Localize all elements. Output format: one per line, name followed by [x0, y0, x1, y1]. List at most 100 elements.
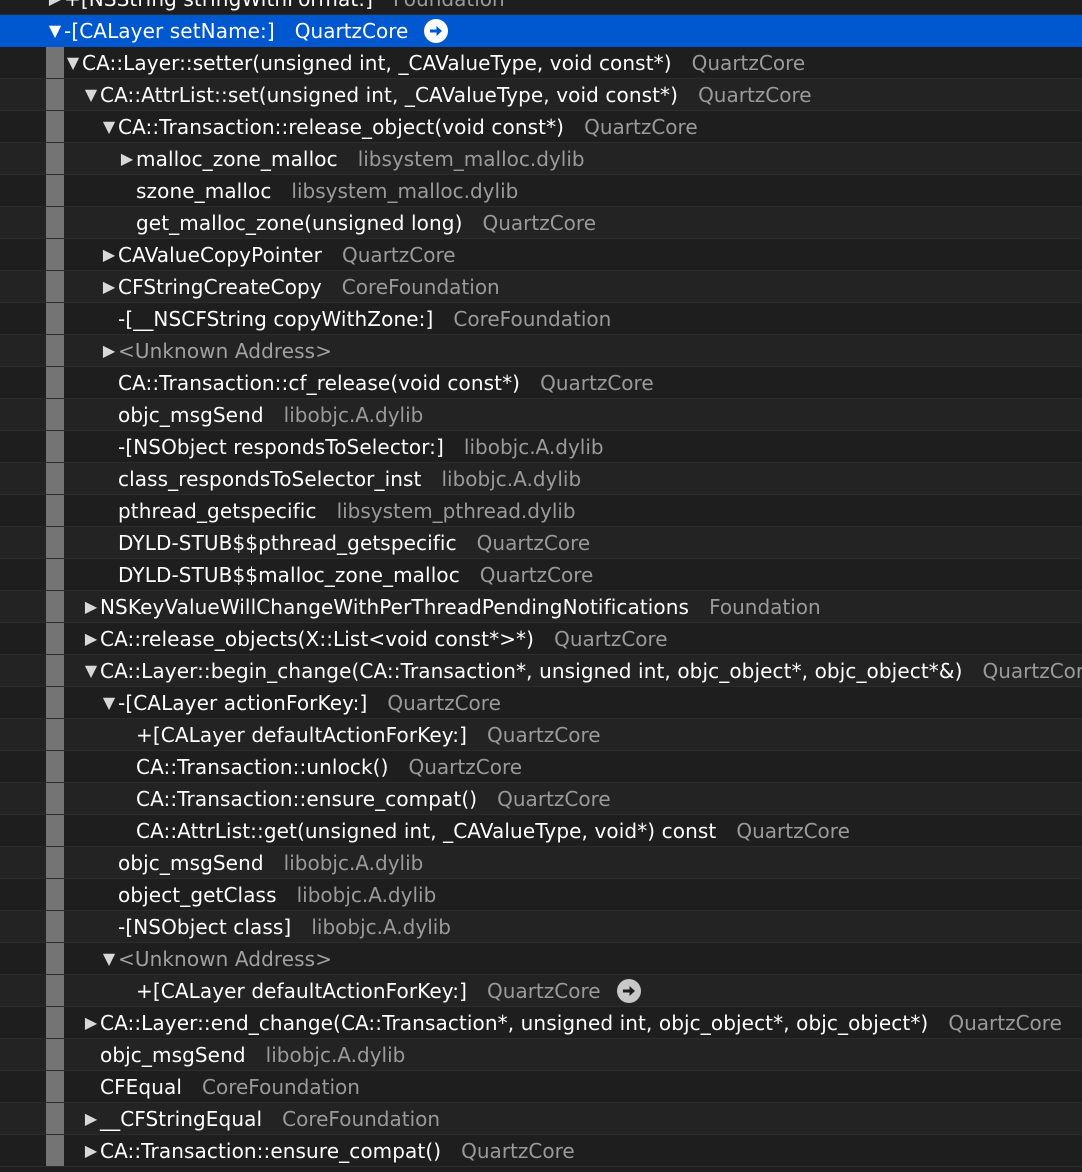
call-tree-row[interactable]: ▶+[CALayer defaultActionForKey:]QuartzCo…: [0, 719, 1082, 751]
call-tree-row[interactable]: ▶object_getClasslibobjc.A.dylib: [0, 879, 1082, 911]
symbol-name: CA::Transaction::cf_release(void const*): [118, 370, 521, 395]
symbol-name: malloc_zone_malloc: [136, 146, 338, 171]
symbol-name: class_respondsToSelector_inst: [118, 466, 422, 491]
jump-to-source-icon[interactable]: [616, 978, 641, 1003]
call-tree-gutter: [46, 1007, 64, 1038]
disclosure-expanded-icon[interactable]: ▼: [82, 79, 100, 110]
call-tree-gutter: [46, 751, 64, 782]
library-name: CoreFoundation: [202, 1074, 360, 1099]
library-name: QuartzCore: [408, 754, 523, 779]
call-tree-row[interactable]: ▼ CA::Layer::begin_change(CA::Transaction…: [0, 655, 1082, 687]
call-tree-row[interactable]: ▶CA::Transaction::cf_release(void const*…: [0, 367, 1082, 399]
symbol-name: objc_msgSend: [118, 402, 264, 427]
symbol-name: <Unknown Address>: [118, 338, 333, 363]
disclosure-collapsed-icon[interactable]: ▶: [100, 335, 118, 366]
disclosure-expanded-icon[interactable]: ▼: [100, 111, 118, 142]
library-name: QuartzCore: [342, 242, 456, 267]
call-tree-gutter: [46, 655, 64, 686]
library-name: libobjc.A.dylib: [283, 850, 424, 875]
library-name: libobjc.A.dylib: [311, 914, 452, 939]
call-tree-row[interactable]: ▶ malloc_zone_malloc libsystem_malloc.dyli…: [0, 143, 1082, 175]
library-name: QuartzCore: [487, 722, 601, 747]
call-tree-row[interactable]: ▼ <Unknown Address>: [0, 943, 1082, 975]
jump-to-source-icon[interactable]: [424, 18, 449, 43]
call-tree-row[interactable]: ▶class_respondsToSelector_instlibobjc.A.…: [0, 463, 1082, 495]
library-name: QuartzCore: [736, 818, 850, 843]
call-tree-row[interactable]: ▶ __CFStringEqual CoreFoundation: [0, 1103, 1082, 1135]
call-tree-row[interactable]: ▶-[NSObject class]libobjc.A.dylib: [0, 911, 1082, 943]
disclosure-collapsed-icon[interactable]: ▶: [100, 239, 118, 270]
call-tree-gutter: [46, 559, 64, 590]
call-tree-row[interactable]: ▶get_malloc_zone(unsigned long)QuartzCor…: [0, 207, 1082, 239]
disclosure-expanded-icon[interactable]: ▼: [46, 15, 64, 46]
call-tree-gutter: [46, 975, 64, 1006]
call-tree-row[interactable]: ▶ CA::Layer::end_change(CA::Transaction*,…: [0, 1007, 1082, 1039]
call-tree-gutter: [46, 399, 64, 430]
disclosure-collapsed-icon[interactable]: ▶: [82, 1135, 100, 1166]
call-tree-gutter: [46, 335, 64, 366]
disclosure-collapsed-icon[interactable]: ▶: [82, 1103, 100, 1134]
call-tree-row[interactable]: ▼ CA::Layer::setter(unsigned int, _CAValu…: [0, 47, 1082, 79]
call-tree-row[interactable]: ▶pthread_getspecificlibsystem_pthread.dy…: [0, 495, 1082, 527]
disclosure-collapsed-icon[interactable]: ▶: [100, 271, 118, 302]
library-name: Foundation: [709, 594, 821, 619]
library-name: QuartzCore: [294, 18, 409, 43]
library-name: QuartzCore: [982, 658, 1082, 683]
library-name: QuartzCore: [461, 1138, 575, 1163]
call-tree-gutter: [46, 815, 64, 846]
disclosure-collapsed-icon[interactable]: ▶: [118, 143, 136, 174]
library-name: QuartzCore: [691, 50, 806, 75]
call-tree-row[interactable]: ▼ -[CALayer actionForKey:] QuartzCore: [0, 687, 1082, 719]
call-tree-row-selected[interactable]: ▼ -[CALayer setName:] QuartzCore: [0, 15, 1082, 47]
call-tree: ▶+[NSString stringWithFormat:]Foundation…: [0, 0, 1082, 1167]
symbol-name: CA::Layer::begin_change(CA::Transaction*…: [100, 658, 963, 683]
call-tree-gutter: [46, 879, 64, 910]
call-tree-row[interactable]: ▶ CAValueCopyPointer QuartzCore: [0, 239, 1082, 271]
call-tree-row[interactable]: ▶ <Unknown Address>: [0, 335, 1082, 367]
call-tree-row[interactable]: ▶objc_msgSendlibobjc.A.dylib: [0, 1039, 1082, 1071]
disclosure-expanded-icon[interactable]: ▼: [82, 655, 100, 686]
symbol-name: CA::Layer::end_change(CA::Transaction*, …: [100, 1010, 929, 1035]
call-tree-row[interactable]: ▶CA::Transaction::ensure_compat()QuartzC…: [0, 783, 1082, 815]
disclosure-expanded-icon[interactable]: ▼: [100, 687, 118, 718]
symbol-name: -[CALayer actionForKey:]: [118, 690, 368, 715]
symbol-name: CA::Transaction::unlock(): [136, 754, 389, 779]
symbol-name: -[NSObject respondsToSelector:]: [118, 434, 444, 459]
call-tree-row[interactable]: ▼ CA::Transaction::release_object(void co…: [0, 111, 1082, 143]
call-tree-row[interactable]: ▶-[NSObject respondsToSelector:]libobjc.…: [0, 431, 1082, 463]
call-tree-row[interactable]: ▶-[__NSCFString copyWithZone:]CoreFounda…: [0, 303, 1082, 335]
call-tree-row[interactable]: ▶CA::AttrList::get(unsigned int, _CAValu…: [0, 815, 1082, 847]
call-tree-row[interactable]: ▼ CA::AttrList::set(unsigned int, _CAValu…: [0, 79, 1082, 111]
call-tree-row[interactable]: ▶ CFStringCreateCopy CoreFoundation: [0, 271, 1082, 303]
disclosure-collapsed-icon[interactable]: ▶: [82, 591, 100, 622]
symbol-name: CA::Transaction::ensure_compat(): [100, 1138, 442, 1163]
call-tree-gutter: [46, 527, 64, 558]
call-tree-gutter: [46, 367, 64, 398]
disclosure-collapsed-icon[interactable]: ▶: [82, 1007, 100, 1038]
call-tree-row[interactable]: ▶ NSKeyValueWillChangeWithPerThreadPendin…: [0, 591, 1082, 623]
disclosure-expanded-icon[interactable]: ▼: [100, 943, 118, 974]
call-tree-gutter: [46, 1039, 64, 1070]
call-tree-row[interactable]: ▶+[NSString stringWithFormat:] Foundation: [0, 0, 1082, 15]
call-tree-row[interactable]: ▶CA::Transaction::unlock()QuartzCore: [0, 751, 1082, 783]
symbol-name: __CFStringEqual: [100, 1106, 263, 1131]
call-tree-row[interactable]: ▶DYLD-STUB$$malloc_zone_mallocQuartzCore: [0, 559, 1082, 591]
call-tree-row[interactable]: ▶DYLD-STUB$$pthread_getspecificQuartzCor…: [0, 527, 1082, 559]
call-tree-row[interactable]: ▶CA::Transaction::ensure_compat() QuartzC…: [0, 1135, 1082, 1167]
library-name: libobjc.A.dylib: [265, 1042, 406, 1067]
symbol-name: -[NSObject class]: [118, 914, 292, 939]
disclosure-expanded-icon[interactable]: ▼: [64, 47, 82, 78]
library-name: libobjc.A.dylib: [296, 882, 437, 907]
call-tree-gutter: [46, 463, 64, 494]
symbol-name: CA::Transaction::ensure_compat(): [136, 786, 478, 811]
disclosure-collapsed-icon[interactable]: ▶: [46, 0, 64, 14]
symbol-name: CA::Transaction::release_object(void con…: [118, 114, 565, 139]
call-tree-row[interactable]: ▶szone_malloclibsystem_malloc.dylib: [0, 175, 1082, 207]
call-tree-row[interactable]: ▶+[CALayer defaultActionForKey:]QuartzCo…: [0, 975, 1082, 1007]
call-tree-row[interactable]: ▶ CA::release_objects(X::List<void const*…: [0, 623, 1082, 655]
call-tree-row[interactable]: ▶objc_msgSendlibobjc.A.dylib: [0, 847, 1082, 879]
call-tree-row[interactable]: ▶CFEqualCoreFoundation: [0, 1071, 1082, 1103]
call-tree-row[interactable]: ▶objc_msgSendlibobjc.A.dylib: [0, 399, 1082, 431]
disclosure-collapsed-icon[interactable]: ▶: [82, 623, 100, 654]
library-name: QuartzCore: [584, 114, 698, 139]
